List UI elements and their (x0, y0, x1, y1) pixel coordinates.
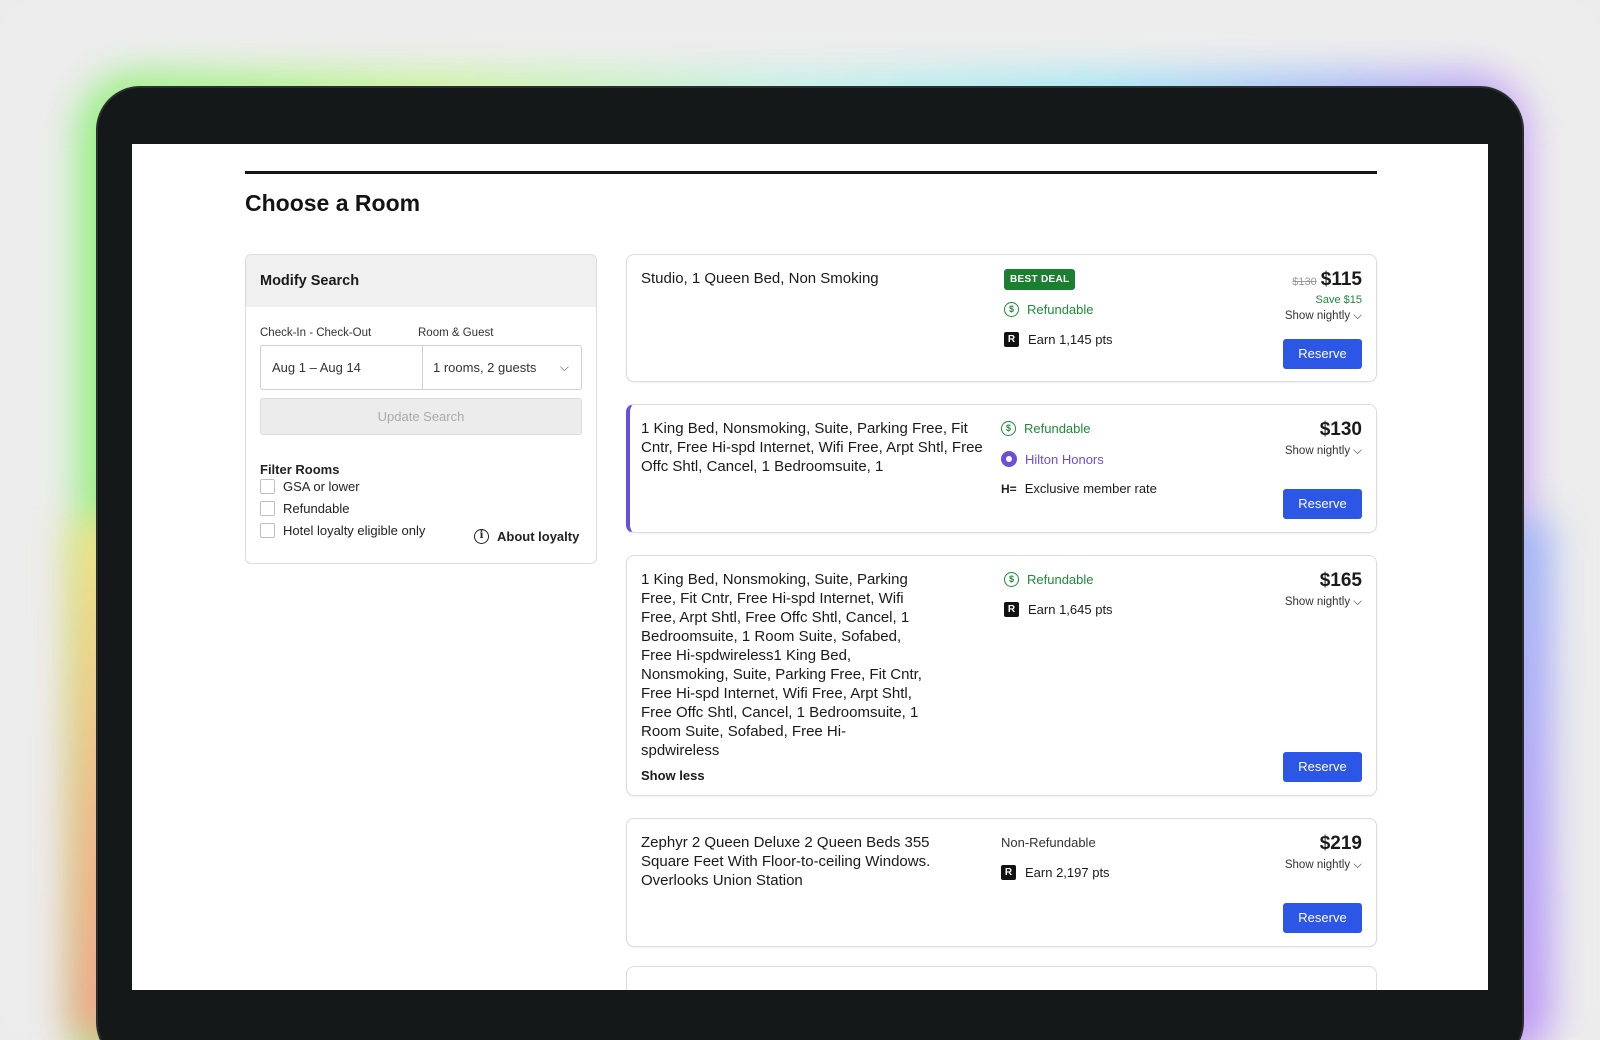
checkbox[interactable] (260, 501, 275, 516)
savings-label: Save $15 (1315, 294, 1362, 306)
filter-label: GSA or lower (283, 479, 360, 494)
show-nightly-toggle[interactable]: Show nightly ⌵ (1285, 445, 1362, 458)
about-loyalty-label: About loyalty (497, 529, 580, 544)
current-price: $165 (1319, 570, 1362, 591)
price-block: $219 Show nightly ⌵ (1285, 833, 1362, 872)
panel-title: Modify Search (246, 255, 596, 307)
points-info: R Earn 1,645 pts (1004, 602, 1113, 617)
room-card: Zephyr 2 Queen Deluxe 2 Queen Beds 355 S… (626, 818, 1377, 947)
room-guest-value: 1 rooms, 2 guests (433, 360, 537, 375)
checkin-label: Check-In - Check-Out (260, 327, 372, 339)
room-card: 1 King Bed, Nonsmoking, Suite, Parking F… (626, 555, 1377, 796)
current-price: $115 (1320, 269, 1362, 290)
dollar-circle-icon: $ (1001, 421, 1016, 436)
hilton-honors-icon (1001, 451, 1017, 467)
price-block: $165 Show nightly ⌵ (1285, 570, 1362, 609)
current-price: $219 (1319, 833, 1362, 854)
points-label: Earn 1,145 pts (1028, 332, 1113, 347)
filter-rooms-title: Filter Rooms (260, 462, 340, 477)
date-range-field[interactable]: Aug 1 – Aug 14 (261, 346, 423, 389)
checkbox[interactable] (260, 523, 275, 538)
reserve-button[interactable]: Reserve (1283, 752, 1362, 782)
member-rate: H= Exclusive member rate (1001, 481, 1157, 496)
rewards-r-icon: R (1001, 865, 1016, 880)
h-equals-icon: H= (1001, 481, 1017, 496)
refund-status: $ Refundable (1004, 572, 1094, 587)
refund-label: Refundable (1027, 302, 1094, 317)
modify-search-panel: Modify Search Check-In - Check-Out Room … (245, 254, 597, 564)
room-card: Studio, 1 Queen Bed, Non Smoking BEST DE… (626, 254, 1377, 382)
reserve-button[interactable]: Reserve (1283, 489, 1362, 519)
room-guest-select[interactable]: 1 rooms, 2 guests ⌵ (423, 346, 581, 389)
info-icon: i (474, 529, 489, 544)
points-label: Earn 2,197 pts (1025, 865, 1110, 880)
rewards-r-icon: R (1004, 332, 1019, 347)
refund-label: Non-Refundable (1001, 835, 1096, 850)
current-price: $130 (1319, 419, 1362, 440)
price: $130 $115 (1285, 269, 1362, 291)
room-name: 1 King Bed, Nonsmoking, Suite, Parking F… (641, 420, 983, 475)
show-nightly-label: Show nightly (1284, 859, 1351, 871)
room-name: 1 King Bed, Nonsmoking, Suite, Parking F… (641, 570, 923, 785)
filter-refundable[interactable]: Refundable (260, 501, 350, 516)
reserve-button[interactable]: Reserve (1283, 339, 1362, 369)
loyalty-label: Hilton Honors (1025, 451, 1104, 467)
loyalty-program: Hilton Honors (1001, 451, 1104, 467)
screen: Choose a Room Modify Search Check-In - C… (132, 144, 1488, 990)
chevron-down-icon: ⌵ (1353, 596, 1362, 608)
filter-gsa[interactable]: GSA or lower (260, 479, 360, 494)
reserve-button[interactable]: Reserve (1283, 903, 1362, 933)
price-block: $130 $115 Save $15 Show nightly ⌵ (1285, 269, 1362, 323)
filter-label: Refundable (283, 501, 350, 516)
about-loyalty-link[interactable]: i About loyalty (474, 529, 579, 544)
show-nightly-toggle[interactable]: Show nightly ⌵ (1285, 859, 1362, 872)
room-name: Zephyr 2 Queen Deluxe 2 Queen Beds 355 S… (641, 834, 931, 889)
points-label: Earn 1,645 pts (1028, 602, 1113, 617)
filter-loyalty[interactable]: Hotel loyalty eligible only (260, 523, 425, 538)
show-nightly-label: Show nightly (1284, 310, 1351, 322)
room-card: 1 King Bed, Nonsmoking, Suite, Parking F… (626, 404, 1377, 533)
rewards-r-icon: R (1004, 602, 1019, 617)
show-nightly-toggle[interactable]: Show nightly ⌵ (1285, 310, 1362, 323)
chevron-down-icon: ⌵ (559, 360, 569, 374)
show-nightly-toggle[interactable]: Show nightly ⌵ (1285, 596, 1362, 609)
points-info: R Earn 1,145 pts (1004, 332, 1113, 347)
refund-label: Refundable (1027, 572, 1094, 587)
show-less-link[interactable]: Show less (641, 766, 923, 785)
room-name: Studio, 1 Queen Bed, Non Smoking (641, 270, 879, 287)
badge-label: BEST DEAL (1004, 269, 1076, 290)
divider (245, 171, 1377, 174)
chevron-down-icon: ⌵ (1353, 859, 1362, 871)
show-nightly-label: Show nightly (1284, 596, 1351, 608)
page-title: Choose a Room (245, 190, 421, 216)
refund-status: $ Refundable (1001, 421, 1091, 436)
guest-label: Room & Guest (418, 327, 494, 339)
checkbox[interactable] (260, 479, 275, 494)
refund-label: Refundable (1024, 421, 1091, 436)
room-name-text: 1 King Bed, Nonsmoking, Suite, Parking F… (641, 571, 922, 759)
old-price: $130 (1292, 276, 1317, 288)
backdrop: Choose a Room Modify Search Check-In - C… (0, 0, 1600, 1040)
best-deal-badge: BEST DEAL (1004, 269, 1076, 290)
refund-status: $ Refundable (1004, 302, 1094, 317)
chevron-down-icon: ⌵ (1353, 445, 1362, 457)
filter-label: Hotel loyalty eligible only (283, 523, 426, 538)
dollar-circle-icon: $ (1004, 302, 1019, 317)
dollar-circle-icon: $ (1004, 572, 1019, 587)
price-block: $130 Show nightly ⌵ (1285, 419, 1362, 458)
chevron-down-icon: ⌵ (1353, 310, 1362, 322)
search-fields: Aug 1 – Aug 14 1 rooms, 2 guests ⌵ (260, 345, 582, 390)
room-card-partial (626, 966, 1377, 990)
points-info: R Earn 2,197 pts (1001, 865, 1110, 880)
update-search-button[interactable]: Update Search (260, 398, 582, 435)
show-nightly-label: Show nightly (1284, 445, 1351, 457)
refund-status: Non-Refundable (1001, 835, 1096, 850)
member-label: Exclusive member rate (1024, 481, 1157, 496)
